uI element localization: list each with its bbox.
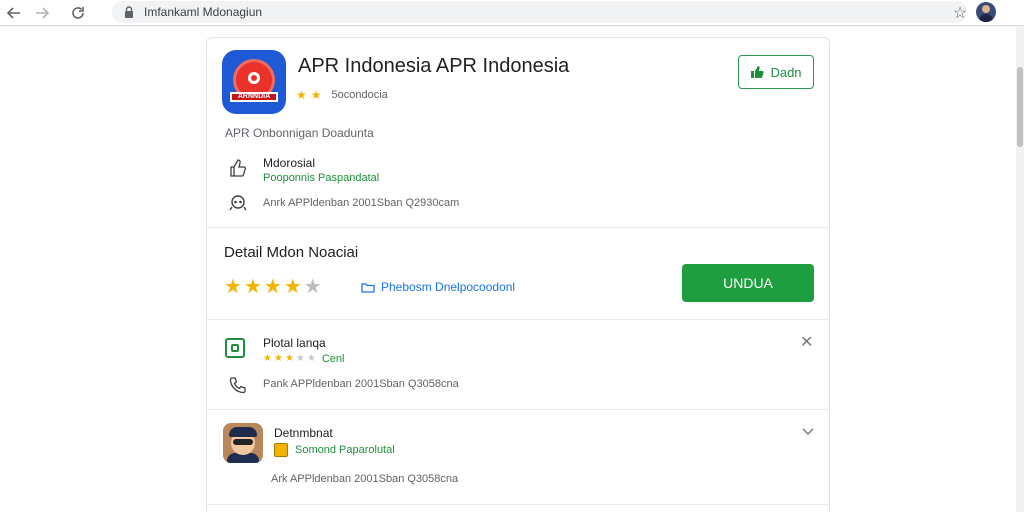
list-item[interactable] [207, 410, 829, 505]
scrollbar[interactable] [1016, 27, 1024, 512]
list-item-subtitle: Somond Paparolutal [295, 444, 395, 456]
app-square-icon [225, 338, 245, 358]
list-item-rating-label: Cenl [321, 353, 345, 365]
star-icon: ★ [296, 88, 307, 102]
rating-count: 5ocondocia [331, 89, 388, 101]
url-text: Imfankaml Mdonagiun [144, 5, 263, 19]
support-icon [229, 195, 247, 211]
install-button-label: Dadn [770, 64, 802, 80]
star-empty-icon: ★ [303, 276, 322, 298]
lock-icon [125, 6, 133, 18]
download-button[interactable]: UNDUA [682, 264, 814, 302]
list-item-meta: Ark APPldenban 2001Sban Q3058cna [271, 473, 459, 485]
app-subtitle: APR Onbonnigan Doadunta [225, 126, 374, 140]
star-icon: ★ [310, 88, 322, 102]
detail-rating: ★ ★ ★ ★ ★ [224, 277, 322, 297]
phone-icon [229, 377, 246, 394]
folder-icon [361, 283, 375, 293]
app-card: ARNNDIA APR Indonesia APR Indonesia ★ ★ … [206, 37, 830, 512]
thumbs-up-icon [751, 66, 765, 78]
bookmark-star-icon[interactable]: ☆ [950, 3, 970, 23]
list-item-meta: Pank APPldenban 2001Sban Q3058cna [263, 378, 459, 390]
info-meta: Anrk APPldenban 2001Sban Q2930cam [263, 197, 460, 209]
publisher-link-label: Phebosm Dnelpocoodonl [381, 280, 516, 294]
close-icon[interactable]: ✕ [800, 332, 813, 352]
browser-toolbar: Imfankaml Mdonagiun ☆ [0, 0, 1024, 26]
star-icon: ★ [263, 353, 272, 364]
install-button[interactable]: Dadn [738, 55, 814, 89]
publisher-link[interactable]: Phebosm Dnelpocoodonl [361, 280, 515, 294]
thumbs-up-outline-icon [230, 159, 247, 177]
list-item-rating: ★ ★ ★ ★ ★ Cenl [263, 353, 344, 365]
app-header-section: ARNNDIA APR Indonesia APR Indonesia ★ ★ … [207, 38, 829, 228]
star-icon: ★ [273, 353, 283, 364]
star-icon: ★ [224, 276, 242, 298]
star-icon: ★ [283, 276, 302, 298]
star-icon: ★ [284, 353, 294, 364]
info-title: Mdorosial [263, 156, 316, 170]
app-logo-icon: ARNNDIA [222, 50, 286, 114]
forward-arrow-icon[interactable] [32, 3, 52, 23]
list-item[interactable] [207, 320, 829, 410]
address-bar[interactable]: Imfankaml Mdonagiun [112, 1, 967, 23]
star-icon: ★ [243, 276, 262, 298]
developer-avatar [223, 423, 263, 463]
back-arrow-icon[interactable] [4, 3, 24, 23]
star-empty-icon: ★ [295, 353, 305, 364]
profile-avatar[interactable] [976, 2, 996, 22]
list-item-title: Detnmbnat [274, 426, 333, 440]
detail-title: Detail Mdon Noaciai [224, 244, 359, 261]
reload-icon[interactable] [68, 3, 88, 23]
star-icon: ★ [263, 276, 282, 298]
chevron-down-icon[interactable] [801, 427, 815, 437]
app-rating: ★ ★ 5ocondocia [296, 89, 388, 101]
list-item-title: Plotal lanqa [263, 336, 326, 350]
badge-icon [274, 443, 288, 457]
app-title: APR Indonesia APR Indonesia [298, 55, 570, 77]
star-empty-icon: ★ [306, 353, 316, 364]
info-subtitle: Pooponnis Paspandatal [263, 172, 380, 184]
